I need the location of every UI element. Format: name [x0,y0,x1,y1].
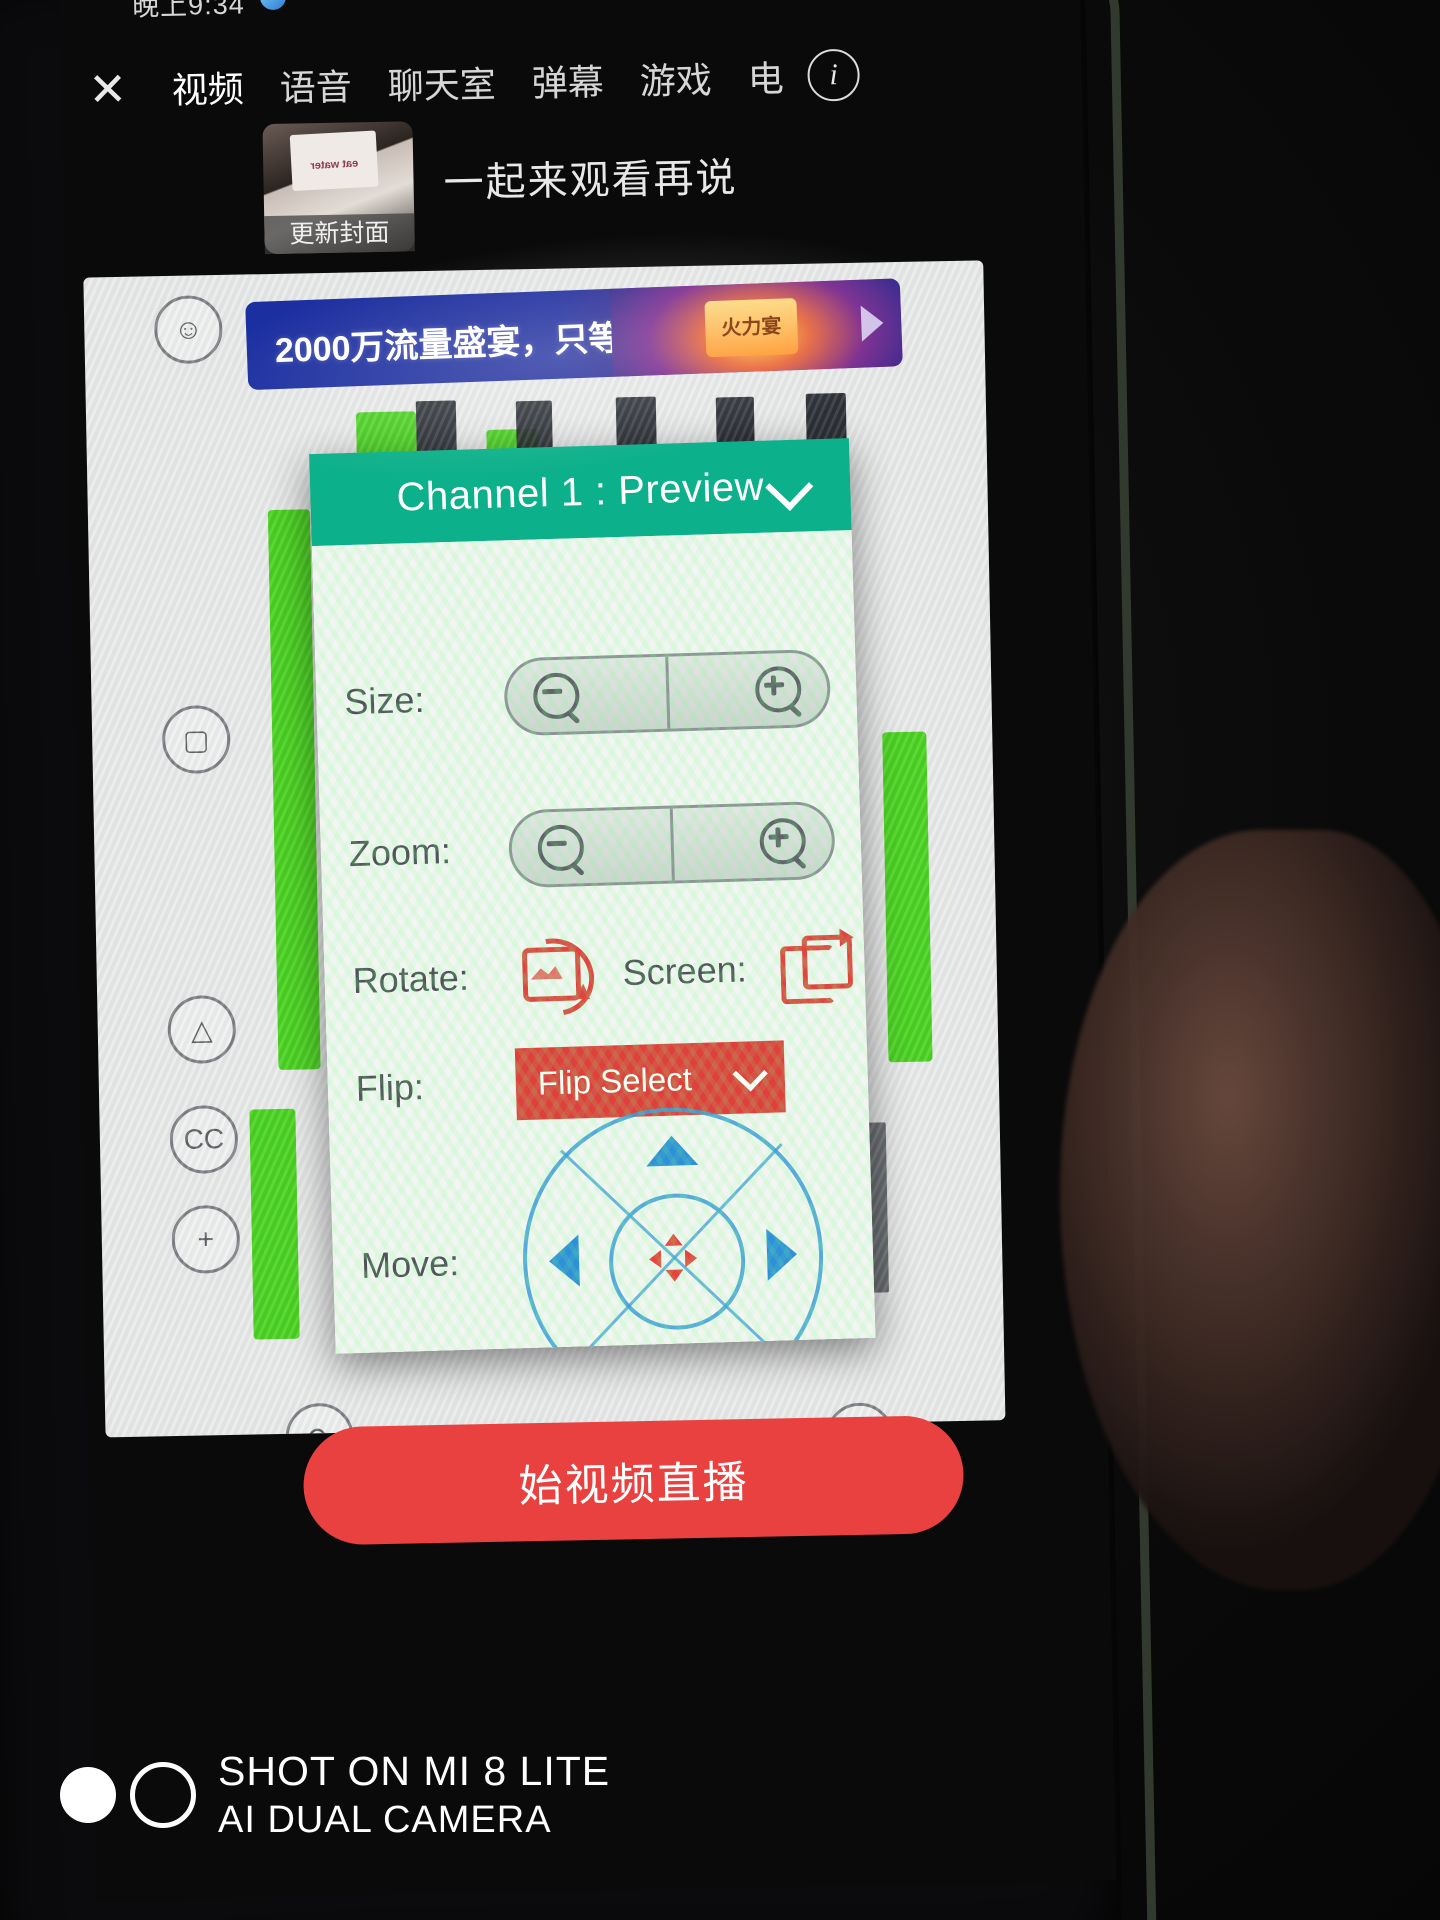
chevron-down-icon [732,1055,768,1092]
zoom-label: Zoom: [348,830,452,875]
size-row: Size: - + [315,648,857,742]
camera-watermark: SHOT ON MI 8 LITE AI DUAL CAMERA [60,1748,610,1842]
left-rail: + [171,1204,241,1275]
cc-icon[interactable]: CC [169,1104,239,1175]
watermark-line1: SHOT ON MI 8 LITE [218,1748,611,1794]
tab-voice[interactable]: 语音 [261,58,370,112]
size-stepper[interactable]: - + [503,648,832,737]
rotate-label: Rotate: [352,956,470,1002]
photograph-of-phone: 晚上9:34 ➤ 🔕 ⊠ ⌃ 45 ✕ 视频 语音 聊天室 弹幕 游戏 电 i [0,0,1440,1920]
left-rail: ▢ [161,704,231,775]
flip-select-value: Flip Select [537,1060,693,1102]
emoji-icon[interactable]: ☺ [153,294,223,365]
move-dpad[interactable] [518,1103,828,1354]
promo-logo-text: 火力宴 [721,315,782,340]
tab-danmaku[interactable]: 弹幕 [513,53,622,107]
play-arrow-icon [860,304,884,342]
close-icon[interactable]: ✕ [61,63,154,116]
tab-chatroom[interactable]: 聊天室 [369,55,514,110]
size-label: Size: [343,678,426,723]
content-block [355,411,417,457]
arrow-left-icon[interactable] [548,1234,580,1288]
chevron-down-icon[interactable] [765,462,814,511]
rotate-screen-row: Rotate: Screen: [324,923,866,1031]
size-decrease-button[interactable]: - [506,656,670,734]
triangle-icon[interactable]: △ [167,994,237,1065]
channel-preview-dialog: Channel 1 : Preview Size: - + [309,438,876,1354]
square-icon[interactable]: ▢ [161,704,231,775]
content-block [249,1108,300,1340]
center-align-icon[interactable] [648,1233,698,1282]
zoom-in-icon: + [759,817,807,865]
zoom-decrease-button[interactable]: - [510,808,675,886]
arrow-right-icon[interactable] [766,1228,798,1281]
flip-label: Flip: [355,1066,425,1110]
watermark-text: SHOT ON MI 8 LITE AI DUAL CAMERA [218,1748,610,1842]
zoom-in-icon: + [754,665,802,714]
phone-screen: 晚上9:34 ➤ 🔕 ⊠ ⌃ 45 ✕ 视频 语音 聊天室 弹幕 游戏 电 i [60,0,1117,1900]
update-cover-button[interactable]: 更新封面 [264,213,415,255]
watermark-line2: AI DUAL CAMERA [218,1799,552,1841]
tab-video[interactable]: 视频 [153,60,262,114]
screen-rotate-icon[interactable] [771,928,857,1006]
size-increase-button[interactable]: + [668,652,829,729]
left-rail: ☺ [153,294,223,365]
rotate-image-icon[interactable] [500,923,609,1031]
zoom-out-icon: - [537,824,585,872]
arrow-up-icon[interactable] [645,1134,699,1167]
tab-electronics[interactable]: 电 [729,50,802,103]
stream-title[interactable]: 一起来观看再说 [443,145,738,209]
info-icon[interactable]: i [807,48,861,102]
cover-row: eat water 更新封面 一起来观看再说 [242,102,1085,268]
thumbnail-card-text: eat water [310,157,359,173]
promo-logo: 火力宴 [704,298,799,358]
dialog-header: Channel 1 : Preview [309,438,852,547]
left-rail: CC [169,1104,239,1175]
status-time: 晚上9:34 [131,0,245,22]
zoom-out-icon: - [532,672,581,720]
zoom-increase-button[interactable]: + [672,804,833,881]
screen-label: Screen: [621,948,748,994]
zoom-row: Zoom: - + [320,800,862,894]
zoom-stepper[interactable]: - + [507,800,836,889]
content-block [882,731,933,1063]
left-rail: △ [167,994,237,1065]
dialog-title: Channel 1 : Preview [395,464,765,520]
tab-game[interactable]: 游戏 [621,51,730,105]
thumbnail-card: eat water [289,130,379,192]
add-icon[interactable]: + [171,1204,241,1275]
move-label: Move: [360,1242,460,1286]
dual-camera-icon [60,1762,196,1828]
start-live-button[interactable]: 始视频直播 [302,1414,965,1546]
status-app-badge-icon [259,0,287,11]
dialog-body: Size: - + Zoom: - [311,530,876,1354]
